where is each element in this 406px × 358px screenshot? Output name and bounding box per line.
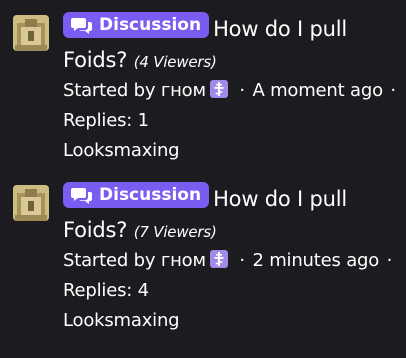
viewer-count: (7 Viewers) <box>133 223 217 241</box>
author-link[interactable]: гном <box>161 80 206 101</box>
thread-title-continued[interactable]: Foids? <box>63 48 127 72</box>
thread-list-item[interactable]: Discussion How do I pull Foids? (4 Viewe… <box>0 0 406 170</box>
meta-separator: · <box>390 80 396 101</box>
thread-title[interactable]: How do I pull <box>213 187 347 211</box>
meta-separator: · <box>239 250 245 271</box>
reply-count: Replies: 4 <box>63 280 149 301</box>
category-link[interactable]: Looksmaxing <box>63 306 399 336</box>
orthodox-cross-icon <box>209 80 228 98</box>
started-by-label: Started by <box>63 80 156 101</box>
orthodox-cross-icon <box>209 250 228 268</box>
timestamp: A moment ago <box>252 80 383 101</box>
chat-bubbles-icon <box>71 18 92 34</box>
timestamp: 2 minutes ago <box>252 250 380 271</box>
discussion-badge[interactable]: Discussion <box>63 182 210 208</box>
discussion-badge[interactable]: Discussion <box>63 12 210 38</box>
discussion-badge-label: Discussion <box>99 185 202 205</box>
meta-separator: · <box>239 80 245 101</box>
meta-separator: · <box>386 250 393 271</box>
thread-meta: Started by гном · A moment ago · <box>63 76 399 106</box>
category-link[interactable]: Looksmaxing <box>63 136 399 166</box>
thread-list-item[interactable]: Discussion How do I pull Foids? (7 Viewe… <box>0 170 406 340</box>
thread-meta: Started by гном · 2 minutes ago · <box>63 246 399 276</box>
discussion-badge-label: Discussion <box>99 15 202 35</box>
avatar[interactable] <box>13 185 49 221</box>
thread-title[interactable]: How do I pull <box>213 17 347 41</box>
chat-bubbles-icon <box>71 188 92 204</box>
thread-title-continued[interactable]: Foids? <box>63 218 127 242</box>
viewer-count: (4 Viewers) <box>133 53 217 71</box>
author-link[interactable]: гном <box>161 250 206 271</box>
reply-count: Replies: 1 <box>63 110 149 131</box>
avatar[interactable] <box>13 15 49 51</box>
started-by-label: Started by <box>63 250 156 271</box>
